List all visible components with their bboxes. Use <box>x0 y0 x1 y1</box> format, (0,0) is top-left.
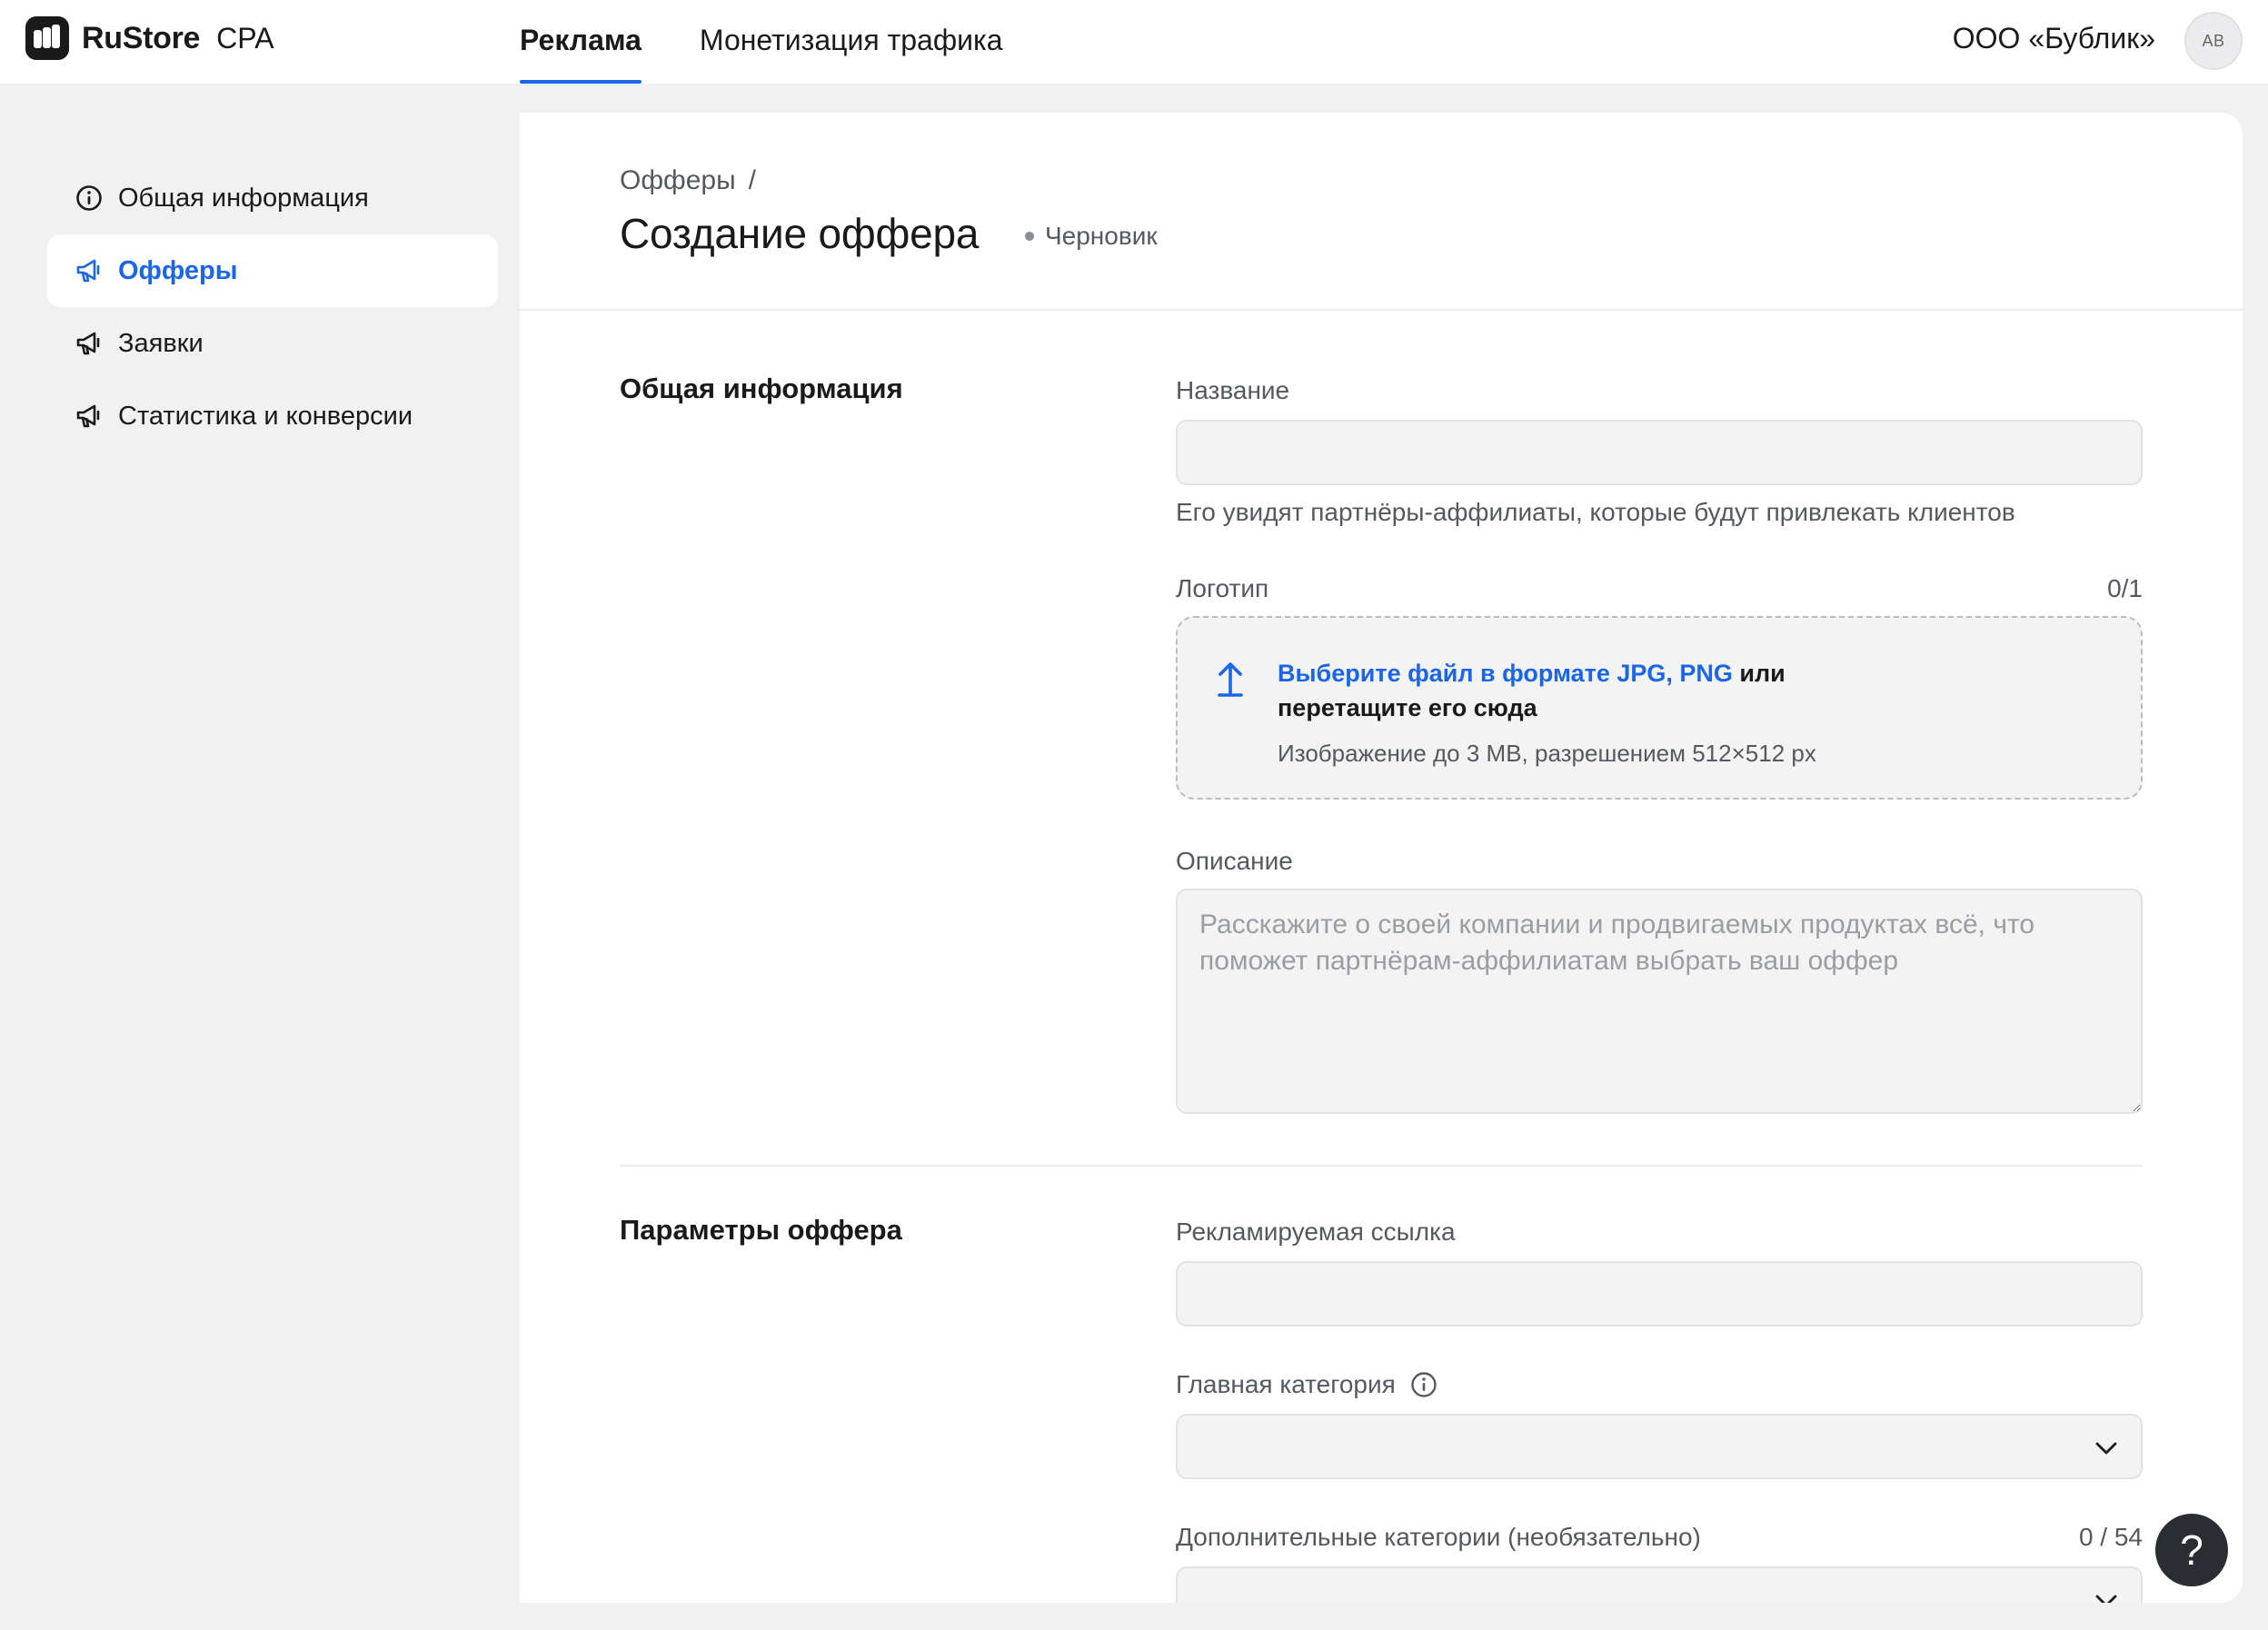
sidebar-item-label: Статистика и конверсии <box>118 401 413 431</box>
link-label: Рекламируемая ссылка <box>1176 1218 1456 1246</box>
megaphone-icon <box>75 329 104 358</box>
main-category-select[interactable] <box>1176 1414 2143 1479</box>
dropzone-requirements: Изображение до 3 MB, разрешением 512×512… <box>1278 740 1816 767</box>
section-title-general: Общая информация <box>620 373 903 404</box>
sidebar-item-label: Заявки <box>118 328 204 358</box>
choose-file-link[interactable]: Выберите файл в формате JPG, PNG <box>1278 660 1733 687</box>
main-category-label: Главная категория <box>1176 1370 1437 1399</box>
top-nav: Реклама Монетизация трафика <box>520 0 1061 84</box>
link-input[interactable] <box>1176 1261 2143 1327</box>
logo-label: Логотип <box>1176 574 1269 602</box>
page-title: Создание оффера <box>620 210 980 257</box>
status-badge: Черновик <box>1025 222 1158 251</box>
content-area: Офферы / Создание оффера Черновик Общая и… <box>520 113 2243 1603</box>
name-input[interactable] <box>1176 420 2143 485</box>
description-label: Описание <box>1176 847 1293 875</box>
chevron-down-icon <box>2094 1436 2119 1461</box>
sidebar-item-label: Офферы <box>118 255 238 285</box>
breadcrumb-separator: / <box>748 165 756 195</box>
header-divider <box>520 309 2243 311</box>
megaphone-icon <box>75 402 104 431</box>
extra-categories-select[interactable] <box>1176 1566 2143 1603</box>
name-label: Название <box>1176 376 1290 404</box>
name-hint: Его увидят партнёры-аффилиаты, которые б… <box>1176 498 2015 526</box>
sidebar-item-offers[interactable]: Офферы <box>47 234 498 307</box>
chevron-down-icon <box>2094 1588 2119 1603</box>
rustore-logo-icon <box>25 16 69 60</box>
help-button[interactable]: ? <box>2155 1514 2228 1586</box>
status-dot-icon <box>1025 232 1034 241</box>
nav-tab-advertising[interactable]: Реклама <box>520 0 642 84</box>
sidebar-item-label: Общая информация <box>118 183 369 213</box>
upload-icon <box>1212 658 1248 698</box>
dropzone-text: Выберите файл в формате JPG, PNG или пер… <box>1278 660 1786 721</box>
org-name[interactable]: ООО «Бублик» <box>1953 22 2155 55</box>
info-icon[interactable] <box>1410 1371 1437 1398</box>
brand-sub: CPA <box>216 21 274 55</box>
logo-counter: 0/1 <box>2107 574 2143 602</box>
status-label: Черновик <box>1045 222 1158 250</box>
logo[interactable]: RuStore CPA <box>25 16 274 60</box>
sidebar: Общая информация Офферы Заявки Статистик… <box>25 113 520 1603</box>
extra-categories-counter: 0 / 54 <box>2078 1523 2143 1551</box>
description-textarea[interactable] <box>1176 889 2143 1114</box>
avatar[interactable]: AB <box>2184 12 2243 70</box>
breadcrumb-offers-link[interactable]: Офферы <box>620 165 736 195</box>
main-card: Общая информация Офферы Заявки Статистик… <box>25 113 2243 1603</box>
sidebar-item-statistics[interactable]: Статистика и конверсии <box>47 380 498 452</box>
sidebar-item-applications[interactable]: Заявки <box>47 307 498 380</box>
extra-categories-label: Дополнительные категории (необязательно) <box>1176 1523 1701 1551</box>
section-divider <box>620 1165 2143 1167</box>
breadcrumb: Офферы / <box>620 165 756 196</box>
info-icon <box>75 184 104 213</box>
section-title-params: Параметры оффера <box>620 1214 902 1246</box>
top-bar: RuStore CPA Реклама Монетизация трафика … <box>0 0 2268 84</box>
megaphone-icon <box>75 256 104 285</box>
logo-dropzone[interactable]: Выберите файл в формате JPG, PNG или пер… <box>1176 616 2143 800</box>
sidebar-item-general-info[interactable]: Общая информация <box>47 162 498 234</box>
nav-tab-monetization[interactable]: Монетизация трафика <box>700 0 1003 84</box>
brand-name: RuStore <box>82 20 201 55</box>
